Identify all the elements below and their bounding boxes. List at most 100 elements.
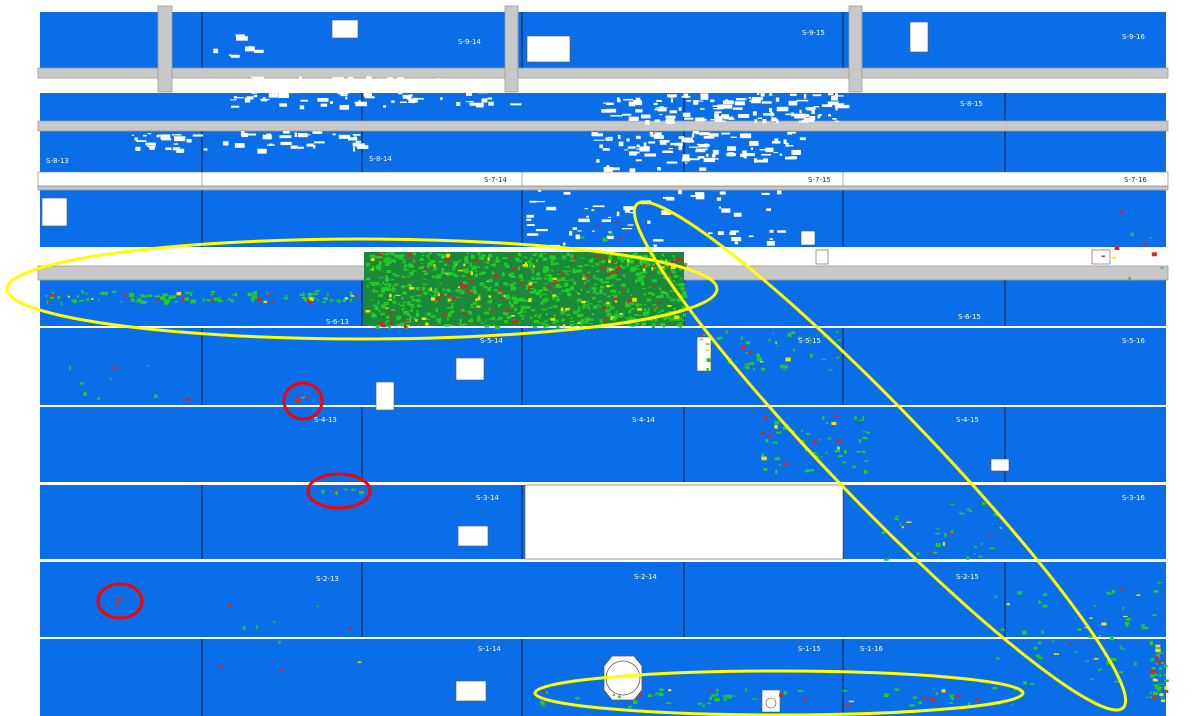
surface-spall [173, 143, 179, 145]
defect-mark [268, 292, 271, 296]
surface-spall [173, 136, 186, 142]
defect-mark [469, 312, 473, 315]
defect-mark [1157, 687, 1161, 692]
defect-mark [1094, 604, 1097, 607]
surface-spall [653, 244, 658, 247]
surface-spall [695, 149, 706, 153]
defect-mark [1161, 661, 1164, 664]
defect-mark [725, 330, 728, 334]
opening [909, 21, 929, 53]
defect-mark [230, 299, 234, 303]
defect-mark [942, 541, 945, 546]
surface-spall [753, 158, 758, 163]
defect-mark [528, 280, 531, 283]
defect-mark [610, 283, 614, 287]
defect-mark [502, 257, 508, 260]
surface-spall [601, 109, 611, 113]
defect-mark [678, 282, 684, 287]
surface-spall [783, 139, 787, 144]
defect-mark [489, 286, 493, 288]
defect-mark [437, 253, 440, 257]
defect-mark [618, 291, 621, 294]
defect-mark [585, 284, 589, 287]
defect-mark [620, 260, 624, 263]
defect-mark [479, 256, 483, 259]
defect-mark [583, 282, 587, 285]
defect-mark [1053, 653, 1060, 655]
defect-mark [756, 353, 760, 358]
opening [526, 35, 571, 63]
defect-mark [398, 303, 401, 305]
surface-spall [510, 103, 522, 106]
surface-spall [682, 154, 690, 159]
defect-mark [1126, 618, 1131, 621]
defect-mark [660, 309, 665, 312]
defect-mark [452, 297, 457, 301]
surface-spall [577, 230, 582, 232]
defect-mark [386, 325, 389, 328]
surface-spall [627, 146, 636, 149]
defect-mark [1120, 587, 1124, 591]
defect-mark [619, 237, 623, 241]
surface-spall [526, 218, 532, 221]
surface-spall [742, 150, 747, 154]
defect-mark [403, 265, 407, 269]
defect-mark [478, 294, 481, 297]
surface-spall [821, 104, 833, 107]
defect-mark [803, 697, 806, 702]
row-7-header-strip [37, 171, 1169, 187]
surface-spall [345, 96, 348, 100]
defect-mark [654, 693, 657, 696]
defect-mark [647, 694, 653, 698]
surface-spall [716, 197, 722, 201]
defect-mark [805, 432, 810, 435]
panel-label-s-3-14: S-3-14 [476, 494, 499, 502]
defect-mark [548, 277, 552, 282]
defect-mark [439, 282, 442, 285]
defect-mark [456, 296, 461, 298]
defect-mark [845, 704, 850, 707]
defect-mark [386, 270, 391, 273]
defect-mark [464, 268, 469, 272]
surface-spall [633, 100, 642, 102]
defect-mark [779, 693, 783, 697]
defect-mark [587, 300, 589, 304]
defect-mark [218, 665, 223, 668]
defect-mark [521, 317, 524, 320]
surface-spall [578, 218, 590, 223]
defect-mark [273, 620, 276, 623]
defect-mark [576, 298, 582, 301]
defect-mark [211, 290, 215, 294]
defect-mark [1101, 622, 1107, 626]
beam-horizontal [37, 120, 1169, 132]
defect-mark [812, 439, 817, 444]
defect-mark [622, 274, 626, 278]
defect-mark [390, 252, 395, 256]
surface-spall [312, 131, 323, 134]
defect-mark [98, 299, 100, 302]
surface-spall [526, 214, 534, 218]
defect-mark [1037, 657, 1043, 660]
beam-horizontal [37, 185, 1169, 191]
defect-mark [844, 449, 847, 454]
defect-mark [417, 303, 420, 306]
defect-mark [532, 269, 535, 274]
defect-mark [615, 220, 620, 223]
surface-spall [729, 232, 736, 235]
defect-mark [834, 449, 841, 453]
surface-spall [621, 228, 633, 230]
defect-mark [447, 312, 452, 317]
defect-mark [488, 253, 493, 258]
defect-mark [302, 291, 305, 296]
panel-label-s-2-13: S-2-13 [316, 575, 339, 583]
defect-mark [562, 324, 566, 329]
defect-mark [497, 291, 503, 295]
defect-mark [112, 290, 117, 293]
opening [815, 249, 829, 265]
surface-spall [689, 158, 700, 161]
defect-mark [1100, 667, 1102, 670]
defect-mark [451, 269, 456, 271]
defect-mark [469, 280, 474, 283]
surface-spall [400, 101, 407, 103]
defect-mark [459, 259, 462, 262]
